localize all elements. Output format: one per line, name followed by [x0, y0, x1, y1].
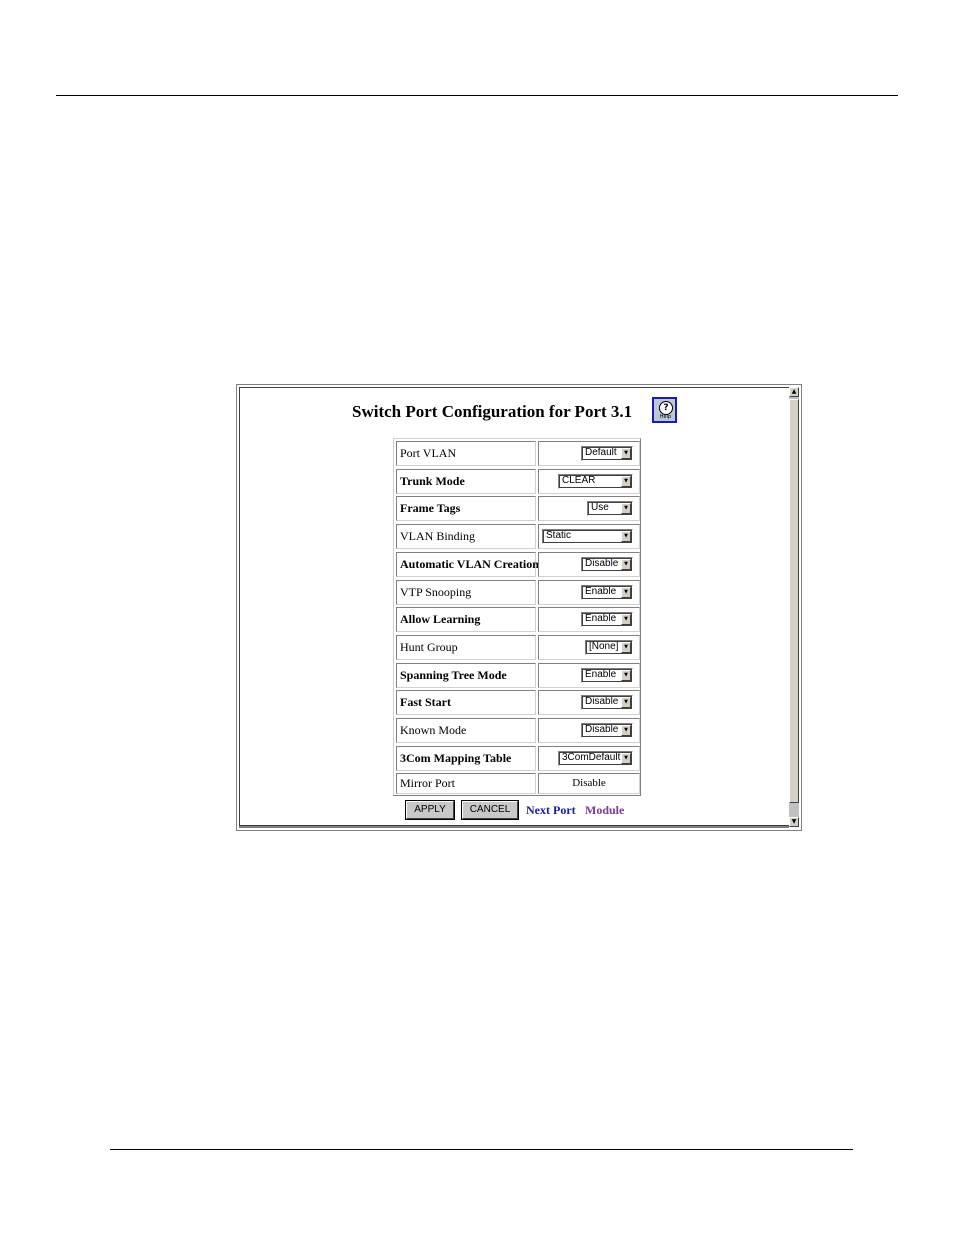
- chevron-down-icon: ▼: [621, 448, 631, 459]
- allow-learning-value: Enable: [585, 613, 617, 625]
- label-vtp-snooping: VTP Snooping: [396, 579, 536, 605]
- scroll-thumb[interactable]: [789, 399, 799, 803]
- fast-start-value: Disable: [585, 696, 619, 708]
- apply-button[interactable]: APPLY: [405, 800, 455, 820]
- browser-frame: Switch Port Configuration for Port 3.1 ?…: [236, 384, 802, 831]
- cell-allow-learning: Enable ▼: [538, 607, 640, 633]
- cell-spanning-tree-mode: Enable ▼: [538, 662, 640, 688]
- cell-automatic-vlan-creation: Disable ▼: [538, 551, 640, 577]
- help-button[interactable]: ? Help: [652, 397, 677, 423]
- chevron-down-icon: ▼: [621, 669, 631, 681]
- label-hunt-group: Hunt Group: [396, 634, 536, 660]
- chevron-down-icon: ▼: [621, 558, 631, 570]
- chevron-down-icon: ▼: [621, 641, 631, 653]
- allow-learning-select[interactable]: Enable ▼: [581, 612, 633, 628]
- trunk-mode-value: CLEAR: [562, 474, 596, 486]
- trunk-mode-select[interactable]: CLEAR ▼: [558, 473, 633, 489]
- label-vlan-binding: VLAN Binding: [396, 524, 536, 550]
- cell-fast-start: Disable ▼: [538, 690, 640, 716]
- frame-bottom-edge: [239, 825, 789, 828]
- cell-known-mode: Disable ▼: [538, 718, 640, 743]
- label-known-mode: Known Mode: [396, 718, 536, 743]
- content-pane: Switch Port Configuration for Port 3.1 ?…: [239, 387, 790, 828]
- chevron-down-icon: ▼: [621, 614, 631, 626]
- chevron-down-icon: ▼: [621, 697, 631, 709]
- hunt-group-value: [None]: [589, 640, 619, 652]
- cell-mirror-port: Disable: [538, 773, 640, 795]
- label-fast-start: Fast Start: [396, 690, 536, 716]
- cell-vlan-binding: Static ▼: [538, 524, 640, 550]
- port-vlan-select[interactable]: Default ▼: [581, 446, 633, 461]
- label-port-vlan: Port VLAN: [396, 441, 536, 466]
- known-mode-select[interactable]: Disable ▼: [581, 723, 633, 738]
- 3com-mapping-table-value: 3ComDefault: [562, 751, 621, 763]
- fast-start-select[interactable]: Disable ▼: [581, 695, 633, 711]
- port-vlan-value: Default: [585, 447, 617, 458]
- automatic-vlan-creation-value: Disable: [585, 557, 619, 569]
- label-frame-tags: Frame Tags: [396, 496, 536, 522]
- chevron-down-icon: ▼: [621, 531, 631, 543]
- frame-tags-value: Use: [591, 502, 609, 514]
- vertical-scrollbar[interactable]: ▲ ▼: [789, 387, 799, 827]
- spanning-tree-mode-select[interactable]: Enable ▼: [581, 667, 633, 683]
- page-top-rule: [56, 95, 898, 96]
- page-title: Switch Port Configuration for Port 3.1: [352, 402, 633, 421]
- label-3com-mapping-table: 3Com Mapping Table: [396, 745, 536, 771]
- label-automatic-vlan-creation: Automatic VLAN Creation: [396, 551, 539, 577]
- chevron-down-icon: ▼: [621, 503, 631, 515]
- known-mode-value: Disable: [585, 724, 619, 735]
- label-mirror-port: Mirror Port: [396, 773, 536, 795]
- label-spanning-tree-mode: Spanning Tree Mode: [396, 662, 536, 688]
- help-icon: ?: [659, 401, 673, 415]
- cell-port-vlan: Default ▼: [538, 441, 640, 466]
- chevron-down-icon: ▼: [621, 475, 631, 487]
- help-label: Help: [659, 414, 672, 420]
- cell-trunk-mode: CLEAR ▼: [538, 468, 640, 494]
- chevron-down-icon: ▼: [621, 586, 631, 598]
- vlan-binding-select[interactable]: Static ▼: [542, 529, 633, 545]
- module-link[interactable]: Module: [585, 802, 624, 818]
- vtp-snooping-value: Enable: [585, 585, 617, 597]
- 3com-mapping-table-select[interactable]: 3ComDefault ▼: [558, 750, 633, 766]
- arrow-up-icon[interactable]: ▲: [789, 387, 799, 397]
- spanning-tree-mode-value: Enable: [585, 668, 617, 680]
- vlan-binding-value: Static: [546, 530, 572, 542]
- cell-3com-mapping-table: 3ComDefault ▼: [538, 745, 640, 771]
- page-bottom-rule: [110, 1149, 853, 1150]
- arrow-down-icon[interactable]: ▼: [789, 817, 799, 827]
- chevron-down-icon: ▼: [621, 725, 631, 736]
- hunt-group-select[interactable]: [None] ▼: [585, 639, 633, 655]
- frame-tags-select[interactable]: Use ▼: [587, 501, 633, 517]
- vtp-snooping-select[interactable]: Enable ▼: [581, 584, 633, 600]
- cancel-button[interactable]: CANCEL: [461, 800, 519, 820]
- label-allow-learning: Allow Learning: [396, 607, 536, 633]
- chevron-down-icon: ▼: [621, 752, 631, 764]
- config-table: Port VLAN Default ▼ Trunk Mode CLEAR ▼ F…: [393, 438, 641, 796]
- next-port-link[interactable]: Next Port: [526, 802, 576, 818]
- mirror-port-value: Disable: [572, 777, 606, 790]
- cell-vtp-snooping: Enable ▼: [538, 579, 640, 605]
- automatic-vlan-creation-select[interactable]: Disable ▼: [581, 556, 633, 572]
- cell-frame-tags: Use ▼: [538, 496, 640, 522]
- label-trunk-mode: Trunk Mode: [396, 468, 536, 494]
- cell-hunt-group: [None] ▼: [538, 634, 640, 660]
